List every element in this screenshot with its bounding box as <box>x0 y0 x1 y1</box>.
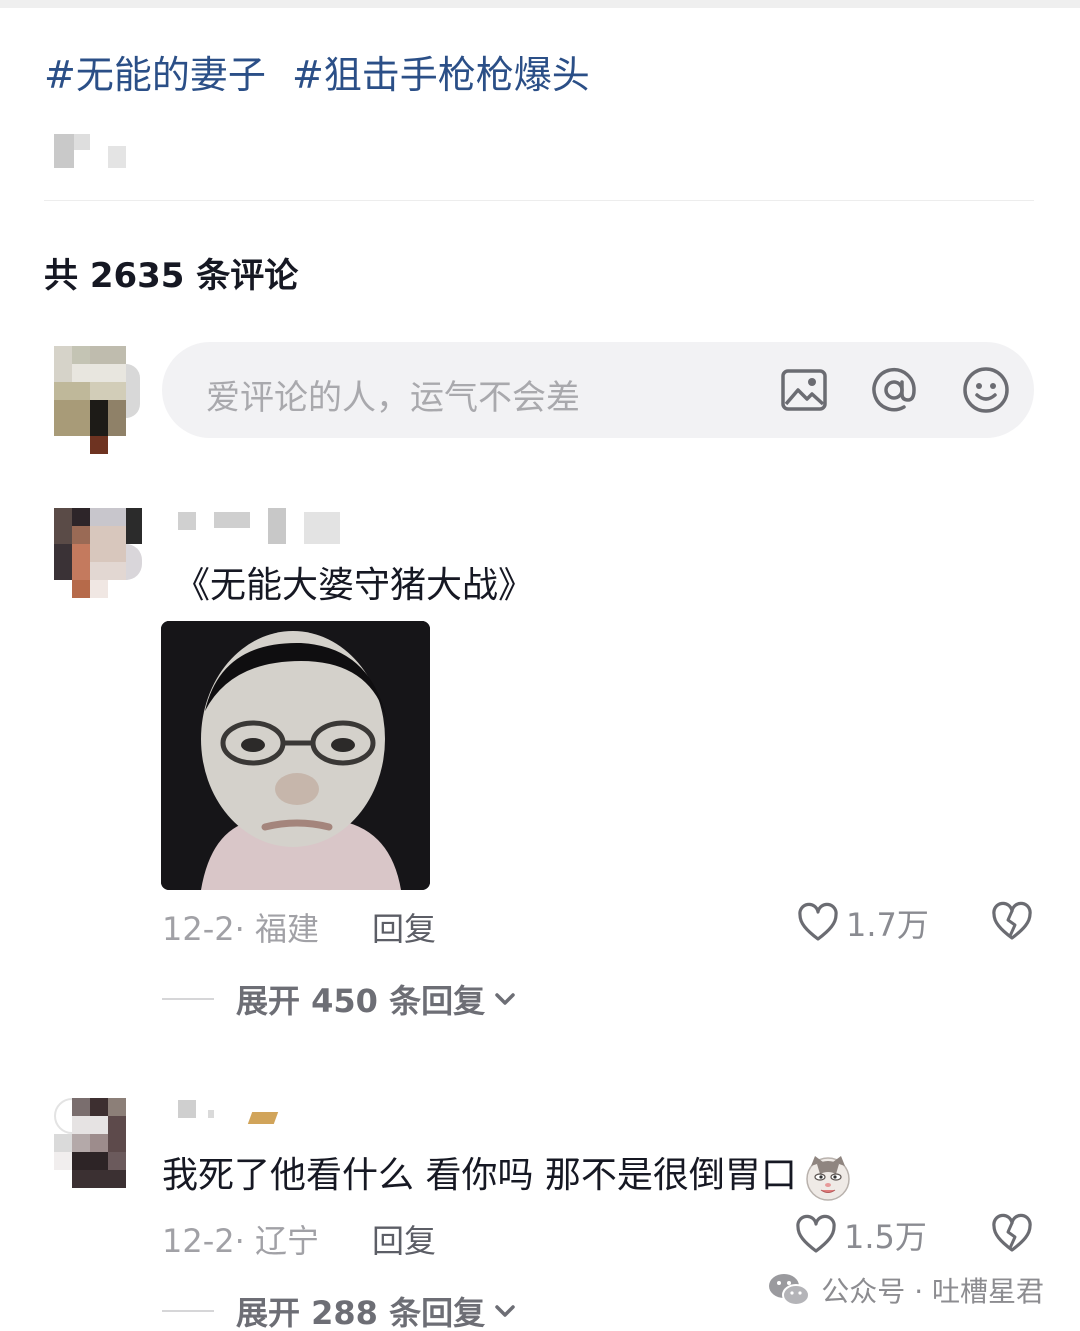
expand-line <box>162 1310 214 1312</box>
comment-input[interactable]: 爱评论的人，运气不会差 <box>162 342 1034 438</box>
at-mention-icon[interactable] <box>868 364 920 416</box>
heart-icon <box>798 902 838 941</box>
commenter-avatar[interactable] <box>54 508 142 598</box>
expand-replies-button[interactable]: 展开 450 条回复 <box>162 976 519 1022</box>
section-divider <box>44 200 1034 201</box>
expand-line <box>162 998 214 1000</box>
commenter-name-blurred[interactable] <box>178 1098 279 1128</box>
post-hashtags: #无能的妻子 #狙击手枪枪爆头 <box>44 44 604 99</box>
image-icon[interactable] <box>778 364 830 416</box>
hashtag-link[interactable]: #狙击手枪枪爆头 <box>292 53 590 97</box>
dislike-button[interactable] <box>990 1212 1034 1256</box>
comment-text-content: 我死了他看什么 看你吗 那不是很倒胃口 <box>162 1155 797 1196</box>
expand-replies-label: 展开 450 条回复 <box>236 982 486 1020</box>
dislike-button[interactable] <box>990 900 1034 944</box>
watermark: 公众号 · 吐槽星君 <box>767 1270 1044 1310</box>
reply-button[interactable]: 回复 <box>372 904 436 950</box>
watermark-text: 公众号 · 吐槽星君 <box>821 1275 1044 1308</box>
top-edge <box>0 0 1080 8</box>
broken-heart-icon <box>992 901 1032 940</box>
current-user-avatar[interactable] <box>54 346 140 454</box>
heart-icon <box>796 1214 836 1253</box>
comment-count: 共 2635 条评论 <box>44 256 299 296</box>
cat-emoji <box>806 1156 850 1201</box>
like-count: 1.5万 <box>844 1218 927 1256</box>
comment-input-placeholder: 爱评论的人，运气不会差 <box>206 378 580 418</box>
face-photo-illustration <box>161 621 430 890</box>
chevron-down-icon <box>495 1305 515 1317</box>
like-button[interactable]: 1.7万 <box>796 900 929 946</box>
comment-text: 《无能大婆守猪大战》 <box>174 565 535 606</box>
comment-date-location: 12-2· 福建 <box>162 910 319 948</box>
chevron-down-icon <box>495 993 515 1005</box>
wechat-icon <box>769 1274 811 1306</box>
emoji-icon[interactable] <box>960 364 1012 416</box>
like-button[interactable]: 1.5万 <box>794 1212 927 1258</box>
like-count: 1.7万 <box>846 906 929 944</box>
hashtag-link[interactable]: #无能的妻子 <box>44 53 266 97</box>
broken-heart-icon <box>992 1213 1032 1252</box>
comment-image[interactable] <box>161 621 430 890</box>
comment-text: 我死了他看什么 看你吗 那不是很倒胃口 <box>162 1146 853 1202</box>
comment-date-location: 12-2· 辽宁 <box>162 1222 319 1260</box>
commenter-avatar[interactable] <box>44 1098 140 1188</box>
expand-replies-button[interactable]: 展开 288 条回复 <box>162 1288 519 1331</box>
reply-button[interactable]: 回复 <box>372 1216 436 1262</box>
commenter-name-blurred[interactable] <box>178 508 342 544</box>
expand-replies-label: 展开 288 条回复 <box>236 1294 486 1331</box>
